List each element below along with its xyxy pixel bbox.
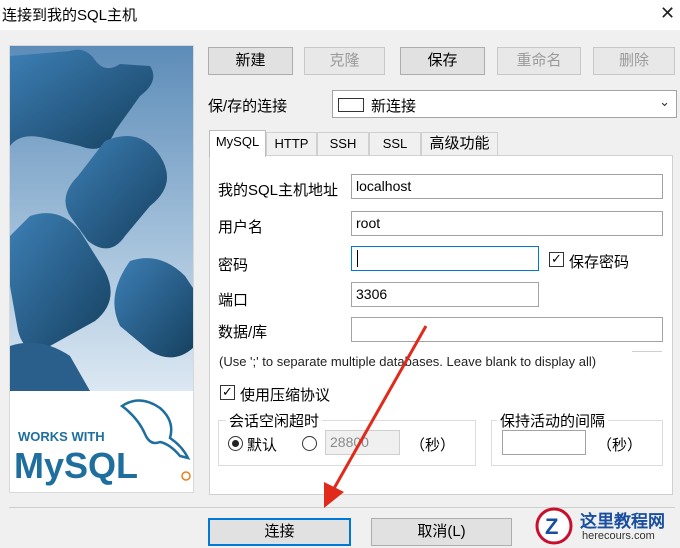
watermark: Z 这里教程网 herecours.com: [530, 503, 680, 548]
delete-button[interactable]: 删除: [593, 47, 675, 75]
window-title: 连接到我的SQL主机: [2, 7, 138, 24]
annotation-arrow: [324, 325, 428, 508]
rename-button[interactable]: 重命名: [497, 47, 581, 75]
tab-http[interactable]: HTTP: [266, 132, 317, 156]
new-button[interactable]: 新建: [208, 47, 293, 75]
password-label: 密码: [218, 257, 249, 274]
works-with-text: WORKS WITH: [18, 429, 105, 444]
divider: [632, 351, 662, 352]
text-cursor: [357, 250, 358, 267]
cancel-button[interactable]: 取消(L): [371, 518, 512, 546]
compress-checkbox[interactable]: ✓: [220, 385, 235, 400]
tab-ssl[interactable]: SSL: [369, 132, 421, 156]
password-input[interactable]: [351, 246, 539, 271]
close-icon[interactable]: ✕: [655, 0, 680, 26]
watermark-logo-icon: Z: [535, 507, 573, 545]
keepalive-title: 保持活动的间隔: [497, 410, 609, 431]
puzzle-image: WORKS WITH MySQL: [10, 46, 193, 492]
tab-advanced[interactable]: 高级功能: [421, 132, 498, 156]
watermark-url: herecours.com: [582, 530, 655, 542]
title-bar: 连接到我的SQL主机 ✕: [0, 0, 680, 30]
user-input[interactable]: root: [351, 211, 663, 236]
puzzle-banner: WORKS WITH MySQL: [9, 45, 194, 493]
connect-button[interactable]: 连接: [208, 518, 351, 546]
saved-connection-select[interactable]: 新连接 ⌄: [332, 90, 677, 118]
timeout-default-radio[interactable]: [228, 436, 243, 451]
save-password-checkbox[interactable]: ✓: [549, 252, 564, 267]
watermark-name: 这里教程网: [580, 512, 665, 531]
save-button[interactable]: 保存: [400, 47, 485, 75]
timeout-default-label: 默认: [247, 437, 278, 454]
database-label: 数据/库: [218, 324, 268, 341]
clone-button[interactable]: 克隆: [304, 47, 385, 75]
chevron-down-icon: ⌄: [659, 94, 670, 109]
svg-text:Z: Z: [545, 514, 558, 539]
port-input[interactable]: 3306: [351, 282, 539, 307]
host-input[interactable]: localhost: [351, 174, 663, 199]
tab-mysql[interactable]: MySQL: [209, 130, 266, 157]
tab-ssh[interactable]: SSH: [317, 132, 369, 156]
keepalive-input[interactable]: [502, 430, 586, 455]
saved-connection-value: 新连接: [371, 98, 417, 115]
host-label: 我的SQL主机地址: [218, 182, 339, 199]
port-label: 端口: [218, 292, 249, 309]
save-password-label: 保存密码: [569, 254, 630, 271]
mysql-logo-text: MySQL: [14, 445, 138, 486]
user-label: 用户名: [218, 219, 264, 236]
connection-color-swatch: [338, 98, 364, 112]
keepalive-unit: （秒）: [597, 437, 643, 454]
saved-connection-label: 保/存的连接: [208, 98, 288, 115]
